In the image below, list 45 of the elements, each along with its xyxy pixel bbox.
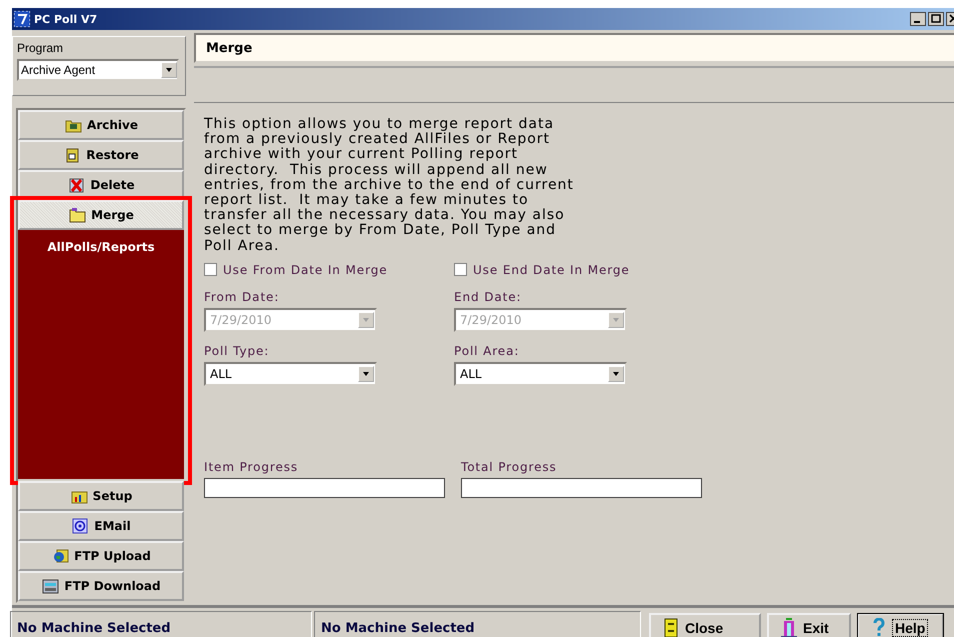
- door-icon: [781, 618, 797, 637]
- field-label: From Date:: [204, 290, 280, 304]
- app-icon: [14, 11, 30, 27]
- field-label: Program: [17, 41, 64, 55]
- description-text: This option allows you to merge report data from a previously created AllFiles or Report archive with your current Polling report directory. This process will append all new entries, from the archive to the end of current report list. It may take a few minutes to transfer all the necessary data. You may also select to merge by From Date, Poll Type and Poll Area.: [204, 117, 575, 254]
- dropdown-arrow-icon: [612, 316, 620, 324]
- nav-button[interactable]: Setup: [18, 481, 184, 511]
- progress-label: Total Progress: [461, 460, 558, 474]
- field-label: Poll Area:: [454, 344, 520, 358]
- nav-button[interactable]: FTP Download: [18, 571, 184, 601]
- checkbox-label: Use From Date In Merge: [223, 262, 388, 277]
- field-label: Poll Type:: [204, 344, 270, 358]
- nav-button[interactable]: Merge: [18, 200, 184, 230]
- dropdown[interactable]: ALL: [454, 362, 627, 386]
- dropdown-arrow-icon: [612, 370, 620, 378]
- folder-icon: [68, 206, 86, 223]
- dropdown-arrow-icon: [362, 316, 370, 324]
- program-dropdown[interactable]: Archive Agent: [17, 59, 179, 81]
- nav-button[interactable]: FTP Upload: [18, 541, 184, 571]
- status-text: No Machine Selected: [314, 611, 641, 637]
- dialog-button[interactable]: Close: [649, 613, 761, 637]
- dropdown[interactable]: ALL: [204, 362, 377, 386]
- globe-icon: [51, 548, 70, 564]
- dropdown-arrow-icon: [362, 370, 370, 378]
- submenu-item[interactable]: AllPolls/Reports: [47, 240, 155, 254]
- checkbox[interactable]: [454, 263, 467, 276]
- checkbox[interactable]: [204, 263, 217, 276]
- panel-title: Merge: [194, 33, 954, 63]
- dialog-button[interactable]: Help: [857, 613, 944, 637]
- field-label: End Date:: [454, 290, 522, 304]
- question-icon: [871, 618, 887, 637]
- minimize-icon: [910, 12, 926, 26]
- delete-icon: [67, 176, 86, 193]
- status-text: No Machine Selected: [10, 611, 312, 637]
- drive-icon: [41, 578, 60, 594]
- cabinet-icon: [663, 618, 679, 637]
- nav-button[interactable]: EMail: [18, 511, 184, 541]
- checkbox-label: Use End Date In Merge: [473, 262, 630, 277]
- progress-label: Item Progress: [204, 460, 300, 474]
- dropdown-arrow-icon: [165, 66, 173, 74]
- maximize-icon: [928, 12, 944, 26]
- nav-button[interactable]: Archive: [18, 110, 184, 140]
- window-title: PC Poll V7: [34, 12, 98, 26]
- dialog-button[interactable]: Exit: [767, 613, 851, 637]
- nav-button[interactable]: Restore: [18, 140, 184, 170]
